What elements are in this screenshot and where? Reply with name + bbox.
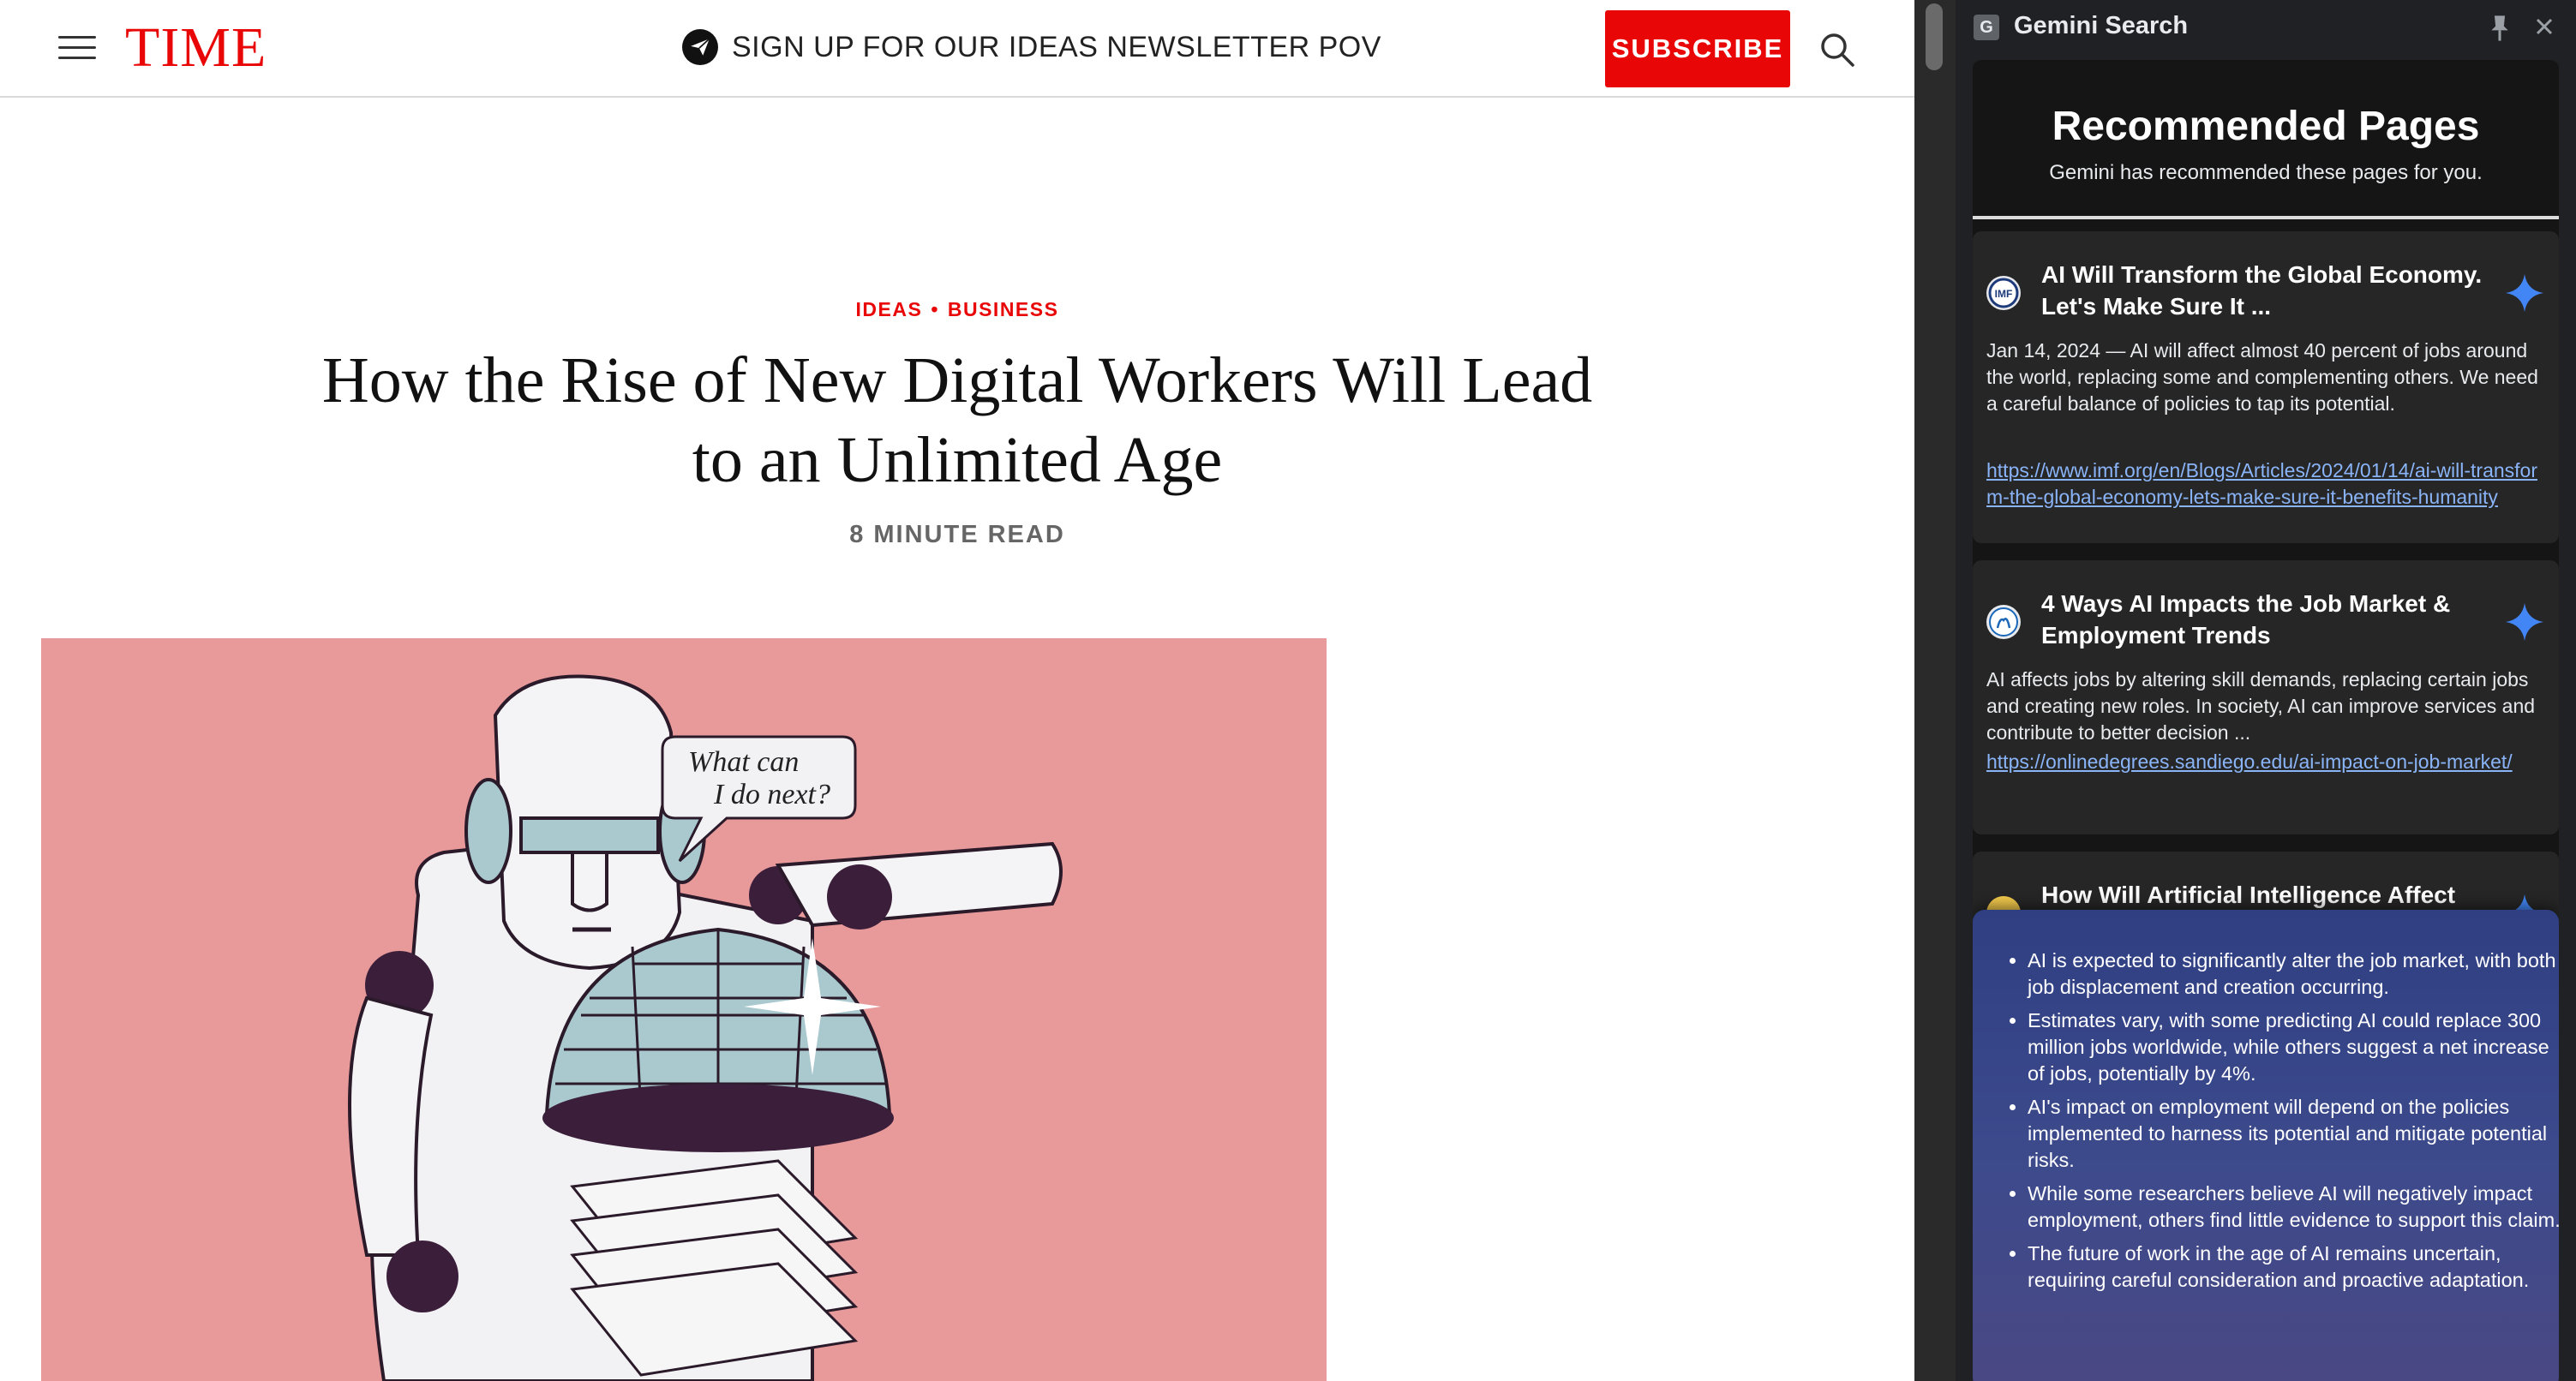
scrollbar-thumb[interactable] — [1926, 3, 1943, 70]
card-title[interactable]: AI Will Transform the Global Economy. Le… — [2041, 259, 2487, 322]
article-kicker: IDEAS • BUSINESS — [0, 298, 1914, 321]
headline-line-2: to an Unlimited Age — [692, 424, 1223, 496]
article-headline: How the Rise of New Digital Workers Will… — [214, 341, 1700, 500]
read-time: 8 MINUTE READ — [849, 521, 1065, 548]
gemini-sparkle-icon — [2504, 601, 2545, 643]
speech-line-1: What can — [688, 746, 799, 778]
panel-title: Gemini Search — [2014, 12, 2189, 39]
card-description: Jan 14, 2024 — AI will affect almost 40 … — [1986, 339, 2538, 415]
close-icon[interactable] — [2530, 12, 2559, 41]
summary-item: The future of work in the age of AI rema… — [2028, 1241, 2559, 1294]
hero-illustration: What can I do next? — [41, 638, 1327, 1381]
summary-item: AI is expected to significantly alter th… — [2028, 948, 2559, 1001]
newsletter-signup-link[interactable]: SIGN UP FOR OUR IDEAS NEWSLETTER POV — [682, 29, 1381, 65]
recommendations-container: Recommended Pages Gemini has recommended… — [1973, 60, 2559, 1381]
summary-list: AI is expected to significantly alter th… — [2004, 948, 2559, 1300]
card-link[interactable]: https://onlinedegrees.sandiego.edu/ai-im… — [1986, 749, 2545, 775]
imf-site-icon: IMF — [1986, 276, 2021, 310]
gemini-side-panel: G Gemini Search Recommended Pages Gemini… — [1956, 0, 2576, 1381]
kicker-business-link[interactable]: BUSINESS — [948, 298, 1059, 320]
recommended-subheading: Gemini has recommended these pages for y… — [2049, 161, 2483, 184]
recommendation-card[interactable]: 4 Ways AI Impacts the Job Market & Emplo… — [1973, 560, 2559, 834]
time-logo[interactable]: TIME — [125, 15, 267, 81]
paper-plane-icon — [682, 29, 718, 65]
recommendation-card[interactable]: IMF AI Will Transform the Global Economy… — [1973, 231, 2559, 543]
subscribe-button[interactable]: SUBSCRIBE — [1605, 10, 1790, 87]
gemini-sparkle-icon — [2504, 272, 2545, 314]
summary-item: AI's impact on employment will depend on… — [2028, 1094, 2559, 1174]
speech-line-2: I do next? — [713, 779, 830, 810]
card-title[interactable]: How Will Artificial Intelligence Affect — [2041, 879, 2487, 911]
recommended-heading: Recommended Pages — [2052, 104, 2480, 149]
site-header: TIME SIGN UP FOR OUR IDEAS NEWSLETTER PO… — [0, 0, 1914, 98]
kicker-separator: • — [931, 298, 939, 320]
panel-header: G Gemini Search — [1956, 0, 2576, 57]
card-title[interactable]: 4 Ways AI Impacts the Job Market & Emplo… — [2041, 588, 2487, 651]
ai-summary-box: AI is expected to significantly alter th… — [1973, 910, 2559, 1381]
search-icon[interactable] — [1818, 31, 1856, 69]
pin-icon[interactable] — [2487, 14, 2513, 43]
article-pane: TIME SIGN UP FOR OUR IDEAS NEWSLETTER PO… — [0, 0, 1914, 1381]
article-scrollbar[interactable] — [1914, 0, 1956, 1381]
sandiego-site-icon — [1986, 605, 2021, 639]
extension-badge-icon: G — [1974, 15, 1999, 40]
summary-item: While some researchers believe AI will n… — [2028, 1181, 2559, 1234]
headline-line-1: How the Rise of New Digital Workers Will… — [321, 344, 1593, 416]
kicker-ideas-link[interactable]: IDEAS — [856, 298, 923, 320]
card-description: AI affects jobs by altering skill demand… — [1986, 668, 2536, 744]
hamburger-menu-icon[interactable] — [58, 36, 96, 60]
svg-text:IMF: IMF — [1995, 288, 2013, 300]
summary-item: Estimates vary, with some predicting AI … — [2028, 1007, 2559, 1087]
heading-divider — [1973, 216, 2559, 219]
newsletter-text: SIGN UP FOR OUR IDEAS NEWSLETTER POV — [732, 30, 1381, 63]
card-link[interactable]: https://www.imf.org/en/Blogs/Articles/20… — [1986, 457, 2545, 511]
